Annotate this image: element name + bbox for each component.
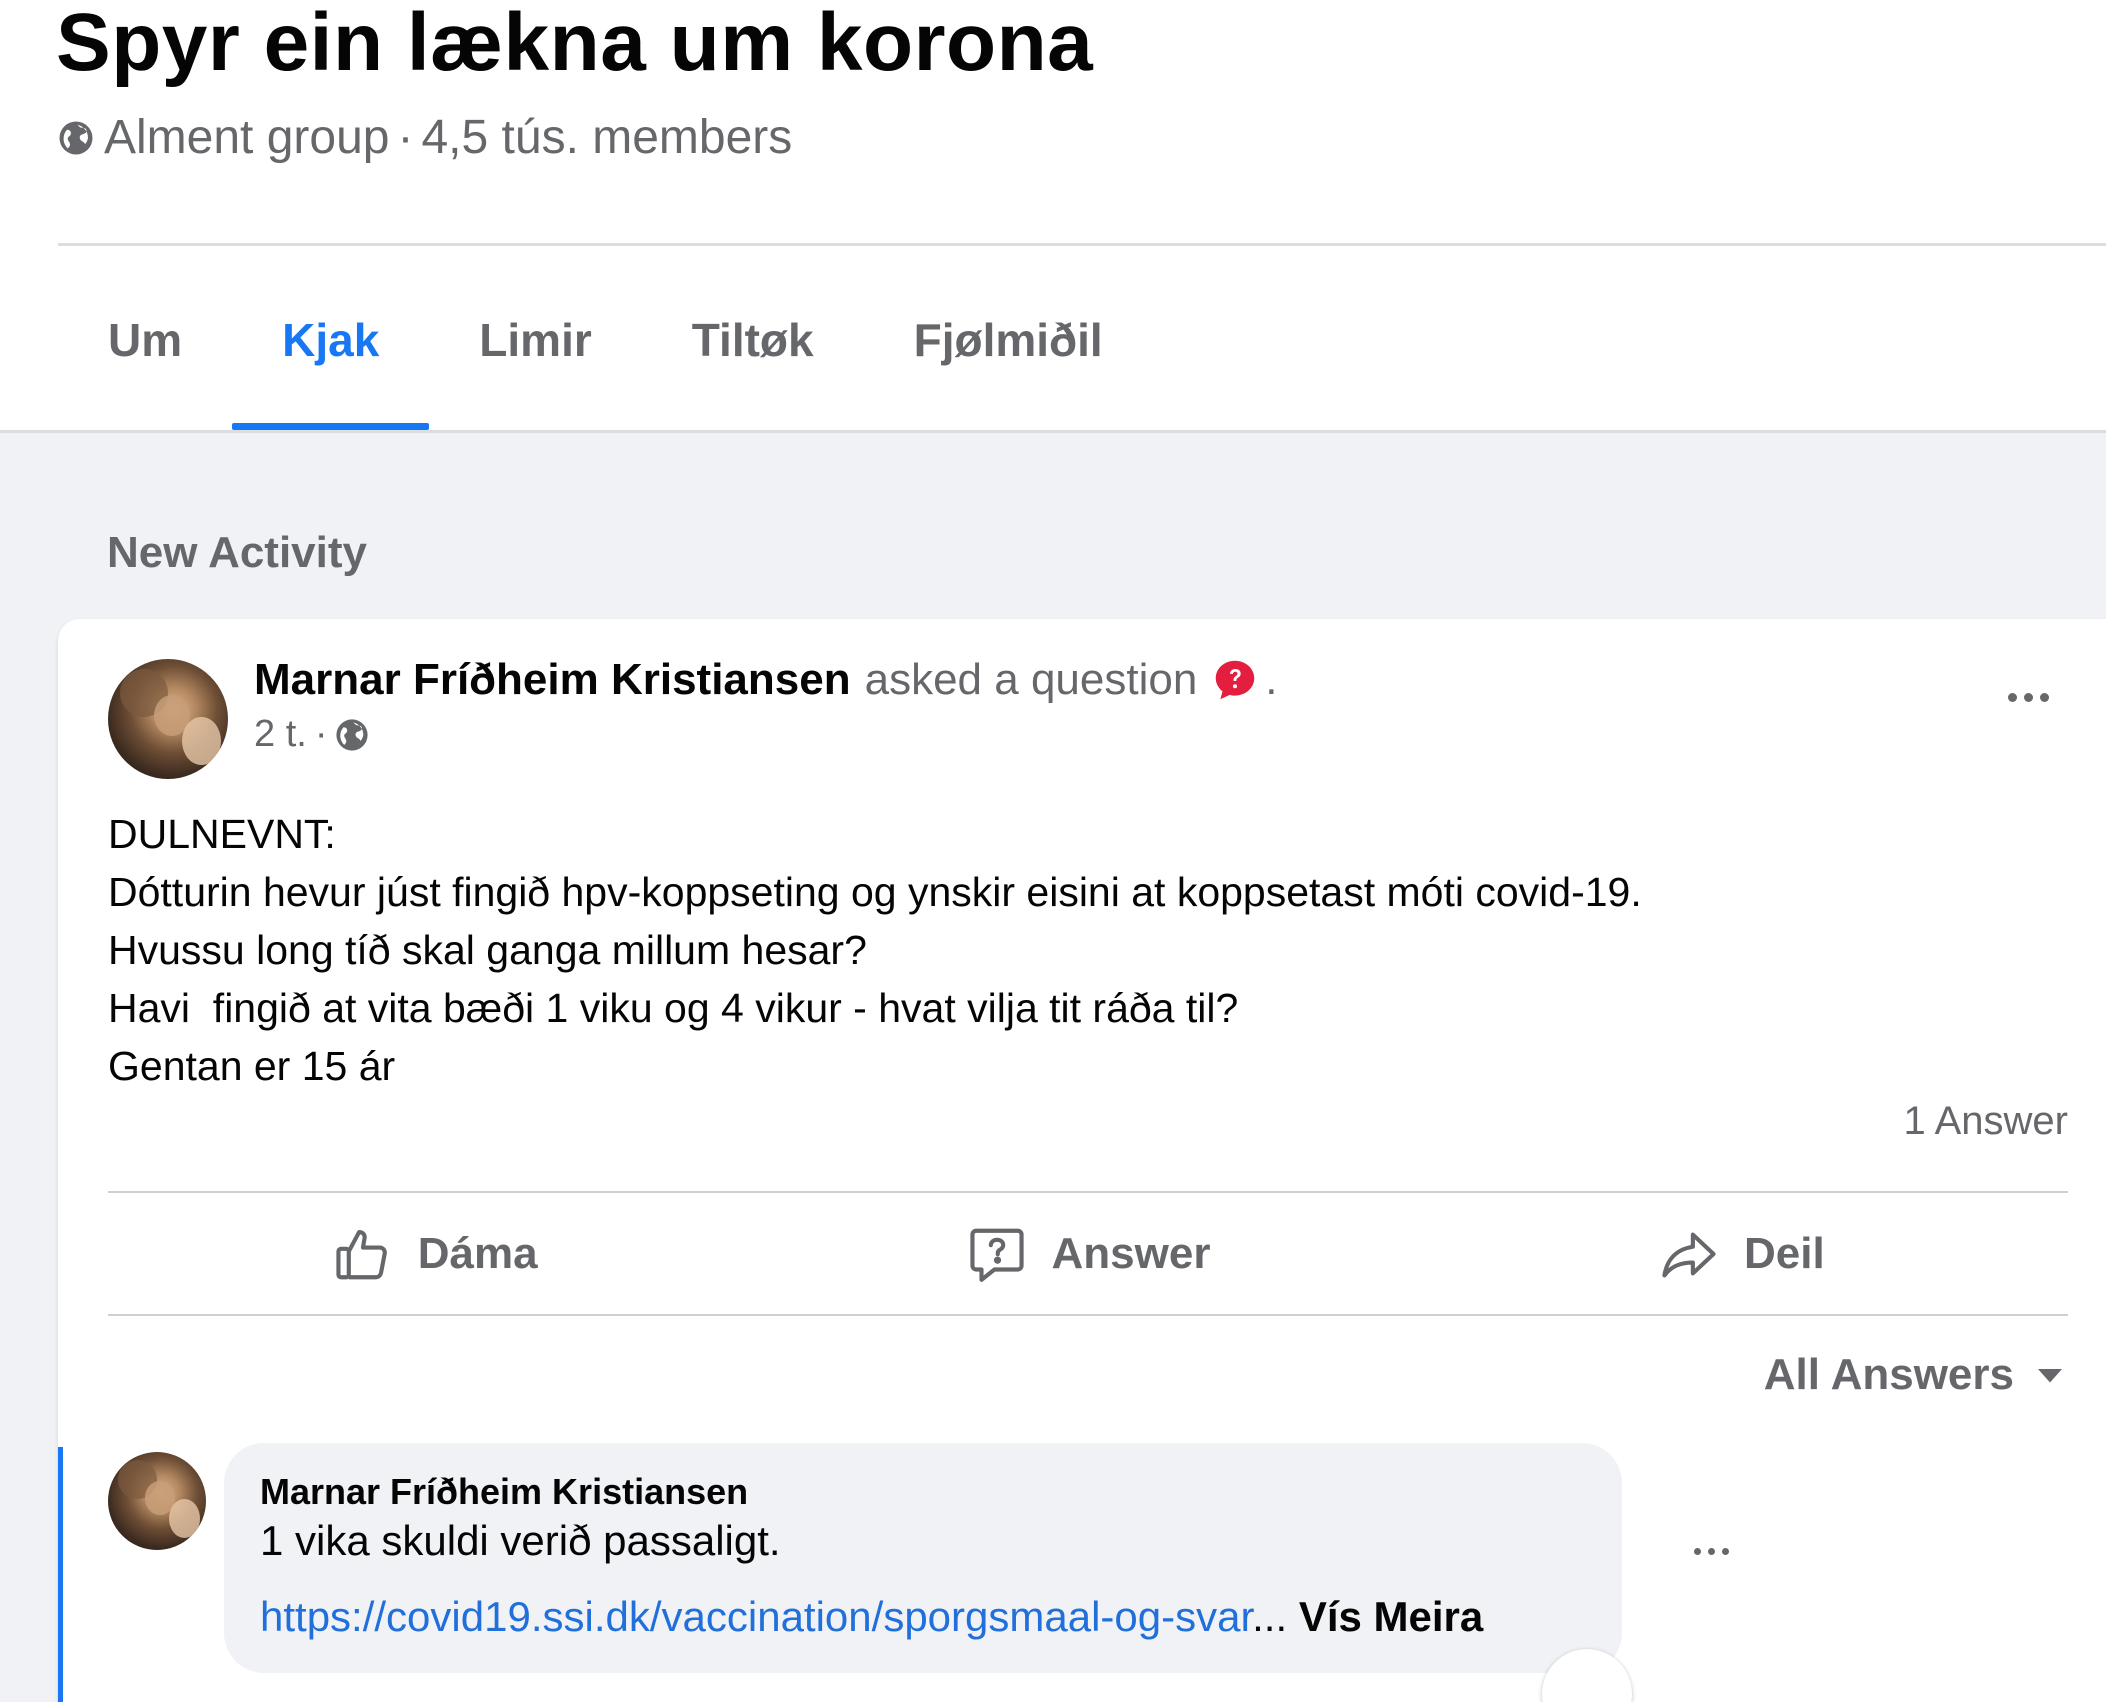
post-body: DULNEVNT: Dótturin hevur júst fingið hpv…: [108, 805, 2058, 1095]
like-button-label: Dáma: [417, 1228, 538, 1278]
section-label: New Activity: [107, 528, 368, 577]
question-bubble-icon: [969, 1228, 1024, 1282]
post-body-line: DULNEVNT:: [108, 811, 336, 857]
see-more-button[interactable]: Vís Meira: [1287, 1593, 1483, 1640]
question-post: Marnar Fríðheim Kristiansen asked a ques…: [58, 619, 2106, 1702]
meta-separator: ·: [397, 111, 414, 164]
answer-link[interactable]: https://covid19.ssi.dk/vaccination/sporg…: [260, 1593, 1252, 1640]
header-divider: [58, 243, 2106, 246]
like-button[interactable]: Dáma: [108, 1193, 761, 1314]
globe-icon: [336, 718, 369, 751]
post-header: Marnar Fríðheim Kristiansen asked a ques…: [254, 655, 1278, 756]
post-timestamp[interactable]: 2 t.: [254, 713, 307, 756]
post-action-bar: Dáma Answer Deil: [108, 1193, 2068, 1314]
tab-tiltok[interactable]: Tiltøk: [642, 250, 864, 430]
tab-um[interactable]: Um: [58, 250, 232, 430]
avatar[interactable]: [108, 1452, 206, 1550]
time-separator: ·: [314, 713, 328, 755]
post-body-line: Havi fingið at vita bæði 1 viku og 4 vik…: [108, 985, 1239, 1031]
group-header: Spyr ein lækna um korona Alment group · …: [0, 0, 2106, 430]
answer-button[interactable]: Answer: [761, 1193, 1414, 1314]
more-options-icon: [1693, 1547, 1729, 1555]
group-privacy[interactable]: Alment group: [104, 110, 390, 165]
group-tabs: Um Kjak Limir Tiltøk Fjølmiðil: [58, 250, 1153, 430]
question-badge-icon: [1216, 660, 1255, 700]
group-meta: Alment group · 4,5 tús. members: [58, 110, 792, 165]
tab-kjak[interactable]: Kjak: [232, 250, 430, 430]
post-body-line: Dótturin hevur júst fingið hpv-koppsetin…: [108, 869, 1642, 915]
share-button-label: Deil: [1743, 1228, 1825, 1278]
post-trailing-dot: .: [1265, 655, 1278, 704]
answers-filter-label: All Answers: [1763, 1350, 2014, 1399]
share-arrow-icon: [1662, 1232, 1716, 1278]
answer-button-label: Answer: [1051, 1228, 1211, 1278]
post-author-name[interactable]: Marnar Fríðheim Kristiansen: [254, 655, 851, 705]
link-ellipsis: ...: [1252, 1593, 1288, 1640]
avatar[interactable]: [108, 659, 228, 779]
post-options-button[interactable]: [1988, 675, 2068, 719]
answer-count-link[interactable]: 1 Answer: [1818, 1099, 2068, 1144]
divider: [108, 1314, 2068, 1316]
discussion-feed: New Activity Marnar Fríðheim Kristiansen…: [0, 433, 2106, 1702]
caret-down-icon: [2038, 1369, 2062, 1383]
post-body-line: Hvussu long tíð skal ganga millum hesar?: [108, 927, 867, 973]
answer-link-line: https://covid19.ssi.dk/vaccination/sporg…: [260, 1593, 1483, 1641]
thumbs-up-icon: [336, 1229, 387, 1279]
answer-highlight-bar: [58, 1447, 63, 1702]
group-members-count[interactable]: 4,5 tús. members: [421, 110, 792, 165]
answer-bubble: Marnar Fríðheim Kristiansen 1 vika skuld…: [224, 1443, 1622, 1673]
group-title[interactable]: Spyr ein lækna um korona: [56, 0, 1093, 90]
answer-text: 1 vika skuldi verið passaligt.: [260, 1517, 781, 1564]
more-options-icon: [2007, 692, 2049, 702]
answers-filter-dropdown[interactable]: All Answers: [1758, 1345, 2068, 1405]
answer-options-button[interactable]: [1676, 1531, 1746, 1571]
globe-icon: [59, 121, 93, 154]
tab-fjolmidil[interactable]: Fjølmiðil: [864, 250, 1153, 430]
share-button[interactable]: Deil: [1415, 1193, 2068, 1314]
tab-limir[interactable]: Limir: [429, 250, 641, 430]
answer-author-name[interactable]: Marnar Fríðheim Kristiansen: [260, 1471, 748, 1513]
post-body-line: Gentan er 15 ár: [108, 1043, 396, 1089]
post-action-text: asked a question: [864, 655, 1198, 704]
